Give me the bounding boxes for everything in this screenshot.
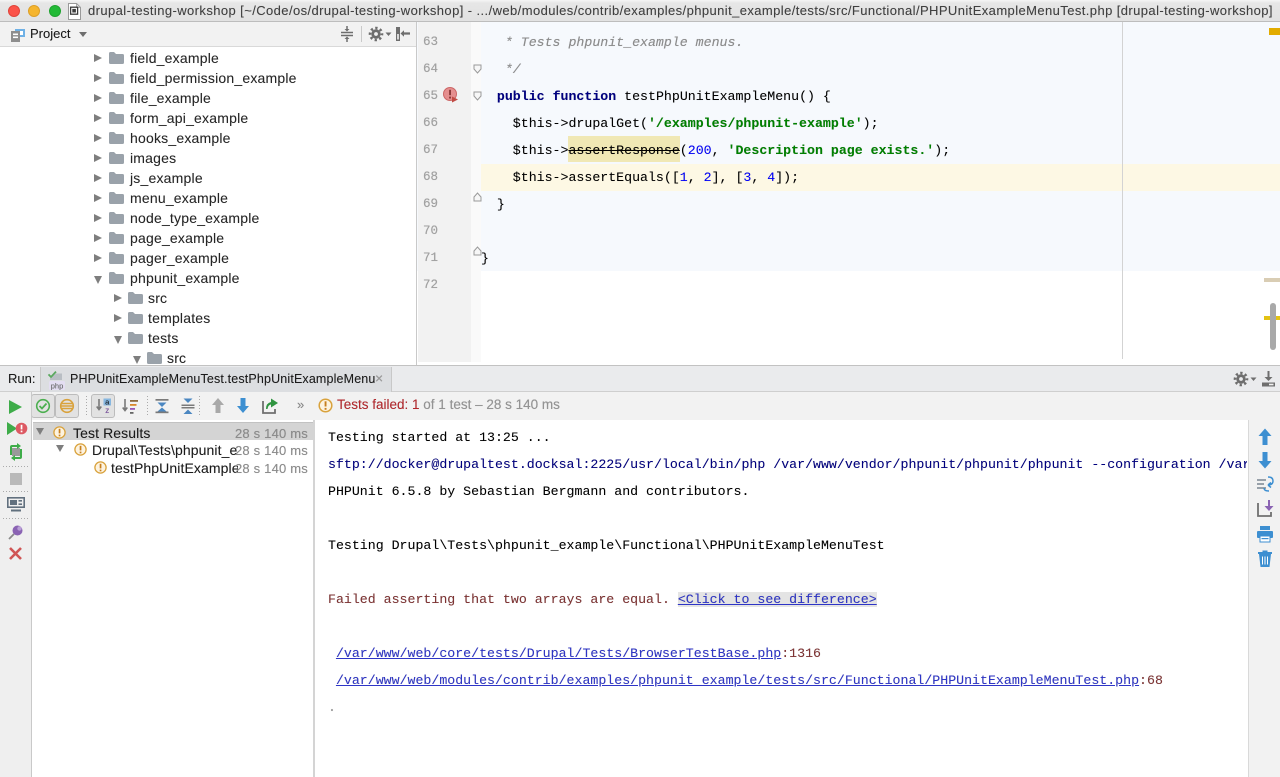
svg-text:z: z — [105, 406, 109, 414]
svg-text:php: php — [51, 382, 64, 391]
